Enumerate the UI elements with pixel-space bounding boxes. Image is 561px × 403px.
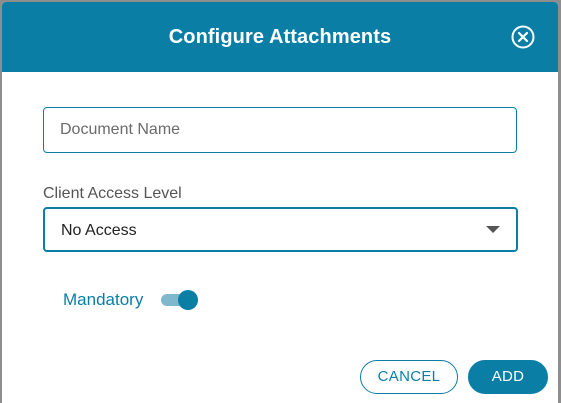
caret-down-icon — [486, 226, 500, 233]
client-access-level-label: Client Access Level — [43, 185, 186, 203]
client-access-level-select[interactable]: No Access — [43, 207, 518, 252]
mandatory-toggle[interactable] — [160, 290, 200, 310]
document-name-input[interactable] — [44, 108, 516, 152]
dialog-header: Configure Attachments — [2, 2, 558, 72]
toggle-knob — [178, 290, 198, 310]
add-button[interactable]: ADD — [468, 360, 548, 394]
cancel-button[interactable]: CANCEL — [360, 360, 458, 394]
close-circle-icon — [511, 25, 535, 49]
configure-attachments-dialog: Configure Attachments Client Access Leve… — [2, 2, 558, 403]
dialog-title: Configure Attachments — [168, 26, 392, 48]
document-name-field — [43, 107, 517, 153]
close-button[interactable] — [511, 25, 535, 49]
mandatory-label[interactable]: Mandatory — [63, 290, 143, 310]
client-access-level-value: No Access — [61, 222, 137, 239]
